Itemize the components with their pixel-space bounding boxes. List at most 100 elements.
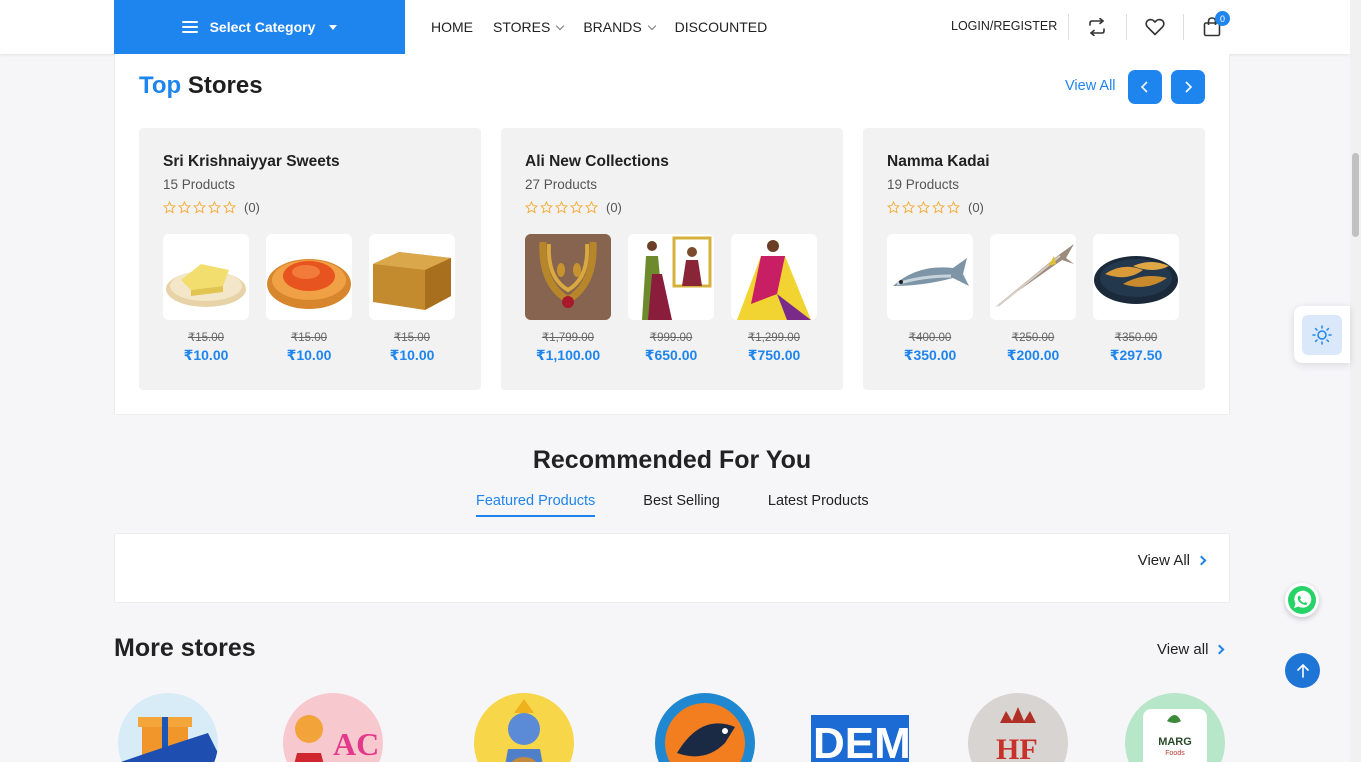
tab-latest-products[interactable]: Latest Products	[768, 493, 869, 517]
chevron-down-icon	[647, 21, 656, 30]
old-price: ₹400.00	[908, 332, 952, 344]
wishlist-heart-icon[interactable]	[1143, 15, 1167, 39]
new-price: ₹10.00	[389, 347, 435, 363]
more-stores-view-all-label: View all	[1157, 641, 1209, 658]
product-item[interactable]: ₹999.00 ₹650.00	[628, 234, 714, 364]
mackerel-fish-image[interactable]	[887, 234, 973, 320]
product-item[interactable]: ₹350.00 ₹297.50	[1093, 234, 1179, 364]
more-stores-title: More stores	[114, 634, 256, 662]
marg-logo-subtext: Foods	[1165, 750, 1185, 757]
product-item[interactable]: ₹400.00 ₹350.00	[887, 234, 973, 364]
store-product-count: 19 Products	[887, 177, 960, 192]
ac-store-logo[interactable]: AC	[283, 693, 383, 762]
scroll-to-top-button[interactable]	[1285, 653, 1320, 688]
store-card[interactable]: Sri Krishnaiyyar Sweets 15 Products (0) …	[139, 128, 481, 390]
demo-store-logo[interactable]: DEMO	[811, 693, 909, 762]
login-register-link[interactable]: LOGIN/REGISTER	[951, 19, 1057, 33]
old-price: ₹250.00	[1011, 332, 1055, 344]
nav-brands[interactable]: BRANDS	[583, 19, 656, 35]
star-outline-icon	[193, 201, 206, 214]
chevron-left-icon	[1140, 81, 1148, 93]
svg-text:DEMO: DEMO	[813, 719, 909, 762]
nav-discounted[interactable]: DISCOUNTED	[675, 19, 768, 35]
namma-fish-logo[interactable]	[655, 693, 755, 762]
recommended-title: Recommended For You	[532, 446, 812, 474]
gold-necklace-set-image[interactable]	[525, 234, 611, 320]
nav-stores[interactable]: STORES	[493, 19, 565, 35]
compare-icon[interactable]	[1085, 15, 1109, 39]
header-divider	[1126, 14, 1127, 40]
star-outline-icon	[525, 201, 538, 214]
store-name[interactable]: Namma Kadai	[887, 153, 990, 171]
arrow-up-icon	[1296, 663, 1309, 678]
cart-bag-icon[interactable]: 0	[1200, 11, 1230, 39]
star-outline-icon	[555, 201, 568, 214]
whatsapp-chat-button[interactable]	[1285, 583, 1319, 617]
new-price: ₹10.00	[286, 347, 332, 363]
scrollbar-thumb[interactable]	[1352, 153, 1359, 237]
star-outline-icon	[902, 201, 915, 214]
carousel-next-button[interactable]	[1171, 70, 1205, 104]
product-item[interactable]: ₹15.00 ₹10.00	[369, 234, 455, 364]
old-price: ₹15.00	[393, 332, 431, 344]
gift-store-logo[interactable]	[118, 693, 218, 762]
old-price: ₹15.00	[290, 332, 328, 344]
nav-discounted-label: DISCOUNTED	[674, 19, 768, 35]
store-card[interactable]: Namma Kadai 19 Products (0) ₹400.00 ₹350…	[863, 128, 1205, 390]
old-price: ₹1,299.00	[747, 332, 801, 344]
product-item[interactable]: ₹15.00 ₹10.00	[266, 234, 352, 364]
store-name[interactable]: Ali New Collections	[525, 153, 669, 171]
select-category-button[interactable]: Select Category	[114, 0, 405, 54]
recommended-tabs: Featured Products Best Selling Latest Pr…	[476, 493, 869, 517]
yellow-saree-image[interactable]	[731, 234, 817, 320]
marg-foods-logo[interactable]: MARG Foods	[1125, 693, 1225, 762]
store-name[interactable]: Sri Krishnaiyyar Sweets	[163, 153, 340, 171]
orange-sweet-gujiya-image[interactable]	[266, 234, 352, 320]
top-stores-title-accent: Top	[139, 72, 182, 99]
star-outline-icon	[585, 201, 598, 214]
product-item[interactable]: ₹1,799.00 ₹1,100.00	[525, 234, 611, 364]
hf-store-logo[interactable]: HF	[968, 693, 1068, 762]
store-card[interactable]: Ali New Collections 27 Products (0) ₹1,7…	[501, 128, 843, 390]
top-stores-title-rest: Stores	[181, 72, 263, 99]
more-stores-view-all-link[interactable]: View all	[1157, 641, 1225, 658]
rating-count: (0)	[244, 200, 260, 215]
tab-best-selling[interactable]: Best Selling	[643, 493, 720, 517]
carousel-prev-button[interactable]	[1128, 70, 1162, 104]
barracuda-fish-image[interactable]	[990, 234, 1076, 320]
recommended-products-panel: View All	[114, 533, 1230, 603]
recommended-view-all-link[interactable]: View All	[1137, 552, 1207, 569]
store-product-count: 15 Products	[163, 177, 236, 192]
new-price: ₹297.50	[1109, 347, 1163, 363]
top-stores-section: Top Stores View All Sri Krishnaiyyar Swe…	[114, 54, 1230, 415]
store-rating: (0)	[887, 200, 984, 215]
chevron-right-icon	[1196, 555, 1207, 566]
store-rating: (0)	[163, 200, 260, 215]
top-stores-view-all-link[interactable]: View All	[1065, 78, 1116, 94]
header-divider	[1068, 14, 1069, 40]
header-divider	[1183, 14, 1184, 40]
star-outline-icon	[540, 201, 553, 214]
theme-toggle-button[interactable]	[1294, 306, 1350, 363]
page-scrollbar[interactable]	[1350, 0, 1361, 762]
nav-home[interactable]: HOME	[431, 19, 473, 35]
product-item[interactable]: ₹15.00 ₹10.00	[163, 234, 249, 364]
new-price: ₹200.00	[1006, 347, 1060, 363]
yellow-sweet-barfi-image[interactable]	[163, 234, 249, 320]
store-products: ₹1,799.00 ₹1,100.00 ₹999.00 ₹650.00 ₹1,2…	[525, 234, 817, 364]
star-outline-icon	[570, 201, 583, 214]
product-item[interactable]: ₹250.00 ₹200.00	[990, 234, 1076, 364]
recommended-view-all-label: View All	[1137, 552, 1190, 569]
star-outline-icon	[208, 201, 221, 214]
jaggery-block-image[interactable]	[369, 234, 455, 320]
chevron-right-icon	[1214, 644, 1225, 655]
product-item[interactable]: ₹1,299.00 ₹750.00	[731, 234, 817, 364]
chevron-right-icon	[1185, 81, 1193, 93]
tab-featured-products[interactable]: Featured Products	[476, 493, 596, 517]
green-saree-image[interactable]	[628, 234, 714, 320]
nav-home-label: HOME	[431, 19, 473, 35]
new-price: ₹10.00	[183, 347, 229, 363]
fried-fish-plate-image[interactable]	[1093, 234, 1179, 320]
krishna-store-logo[interactable]	[474, 693, 574, 762]
store-rating: (0)	[525, 200, 622, 215]
